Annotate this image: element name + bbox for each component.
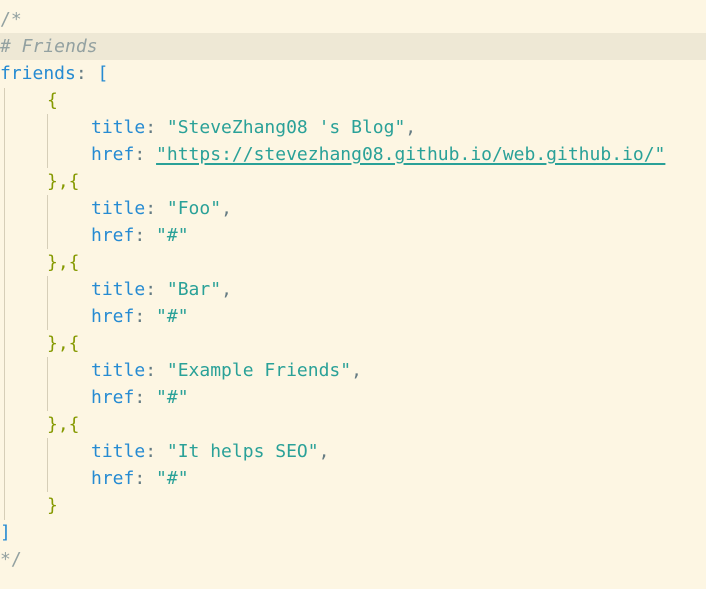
- href-key: href: [91, 468, 135, 489]
- code-line[interactable]: href: "#": [0, 303, 706, 330]
- comma: ,: [351, 360, 362, 381]
- brace-join: },{: [47, 252, 80, 273]
- comment-open: /*: [0, 9, 22, 30]
- colon: :: [134, 144, 146, 165]
- code-line[interactable]: href: "#": [0, 222, 706, 249]
- code-line[interactable]: ]: [0, 519, 706, 546]
- array-key: friends: [0, 63, 76, 84]
- code-line[interactable]: }: [0, 492, 706, 519]
- colon: :: [75, 63, 87, 84]
- brace-join: },{: [47, 414, 80, 435]
- comma: ,: [318, 441, 330, 462]
- title-value: "It helps SEO": [166, 441, 319, 462]
- href-key: href: [91, 225, 135, 246]
- brace-close: }: [47, 495, 58, 516]
- code-line[interactable]: },{: [0, 330, 706, 357]
- brace-open: {: [47, 90, 58, 111]
- code-line[interactable]: },{: [0, 168, 706, 195]
- array-close-bracket: ]: [0, 522, 11, 543]
- title-key: title: [91, 198, 146, 219]
- code-line[interactable]: title: "Bar",: [0, 276, 706, 303]
- comment-close: */: [0, 549, 22, 570]
- title-key: title: [91, 279, 146, 300]
- href-value: "#": [156, 225, 189, 246]
- code-line[interactable]: */: [0, 546, 706, 573]
- code-line[interactable]: {: [0, 87, 706, 114]
- colon: :: [145, 279, 157, 300]
- href-value: "#": [156, 468, 189, 489]
- comment-heading: # Friends: [0, 36, 98, 57]
- href-value: "#": [156, 306, 189, 327]
- colon: :: [134, 225, 146, 246]
- code-editor[interactable]: /* # Friends friends: [ { title: "SteveZ…: [0, 0, 706, 589]
- title-value: "SteveZhang08 's Blog": [166, 117, 406, 138]
- code-line[interactable]: },{: [0, 411, 706, 438]
- comma: ,: [221, 279, 232, 300]
- href-key: href: [91, 306, 135, 327]
- colon: :: [145, 441, 157, 462]
- brace-join: },{: [47, 171, 80, 192]
- href-key: href: [91, 144, 135, 165]
- comma: ,: [405, 117, 417, 138]
- colon: :: [145, 360, 157, 381]
- href-link[interactable]: "https://stevezhang08.github.io/web.gith…: [156, 144, 665, 165]
- code-line[interactable]: /*: [0, 6, 706, 33]
- colon: :: [134, 387, 146, 408]
- title-value: "Bar": [166, 279, 222, 300]
- code-line[interactable]: title: "SteveZhang08 's Blog",: [0, 114, 706, 141]
- title-value: "Example Friends": [166, 360, 352, 381]
- title-key: title: [91, 441, 146, 462]
- href-value: "#": [156, 387, 189, 408]
- title-key: title: [91, 117, 146, 138]
- title-value: "Foo": [166, 198, 222, 219]
- array-open-bracket: [: [97, 63, 109, 84]
- code-line[interactable]: title: "Example Friends",: [0, 357, 706, 384]
- code-line[interactable]: title: "It helps SEO",: [0, 438, 706, 465]
- code-line[interactable]: friends: [: [0, 60, 706, 87]
- code-line[interactable]: href: "#": [0, 465, 706, 492]
- code-line[interactable]: href: "https://stevezhang08.github.io/we…: [0, 141, 706, 168]
- code-line-current[interactable]: # Friends: [0, 33, 706, 60]
- code-line[interactable]: },{: [0, 249, 706, 276]
- code-line[interactable]: href: "#": [0, 384, 706, 411]
- colon: :: [145, 198, 157, 219]
- colon: :: [134, 468, 146, 489]
- colon: :: [134, 306, 146, 327]
- title-key: title: [91, 360, 146, 381]
- comma: ,: [221, 198, 232, 219]
- href-key: href: [91, 387, 135, 408]
- colon: :: [145, 117, 157, 138]
- brace-join: },{: [47, 333, 80, 354]
- code-line[interactable]: title: "Foo",: [0, 195, 706, 222]
